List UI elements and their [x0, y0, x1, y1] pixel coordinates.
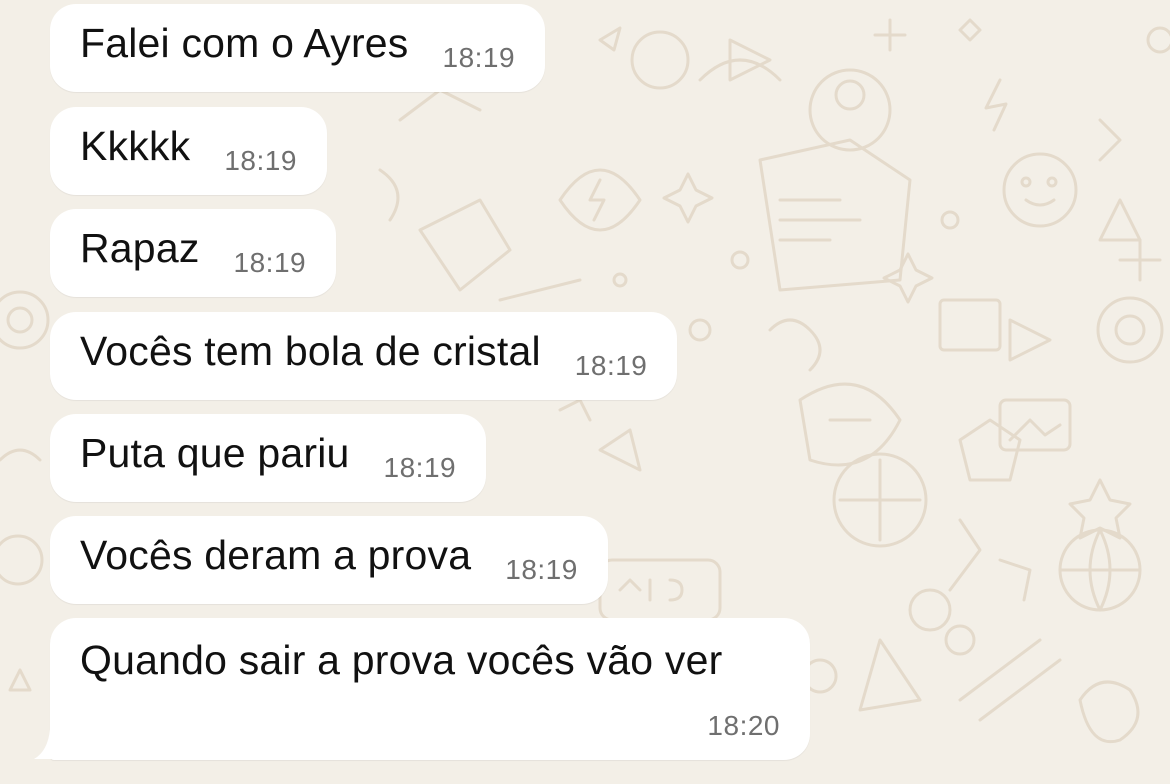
bubble-tail-icon	[34, 729, 54, 759]
message-text: Quando sair a prova vocês vão ver	[80, 637, 723, 683]
message-timestamp: 18:19	[574, 350, 648, 381]
message-text: Falei com o Ayres	[80, 19, 409, 66]
message-bubble[interactable]: Falei com o Ayres 18:19	[50, 4, 546, 92]
message-bubble[interactable]: Puta que pariu 18:19	[50, 414, 487, 502]
message-text: Vocês tem bola de cristal	[80, 327, 541, 374]
message-timestamp: 18:19	[383, 452, 457, 483]
message-text: Kkkkk	[80, 122, 191, 169]
message-bubble[interactable]: Quando sair a prova vocês vão ver 18:20	[50, 618, 810, 760]
chat-area[interactable]: Falei com o Ayres 18:19 Kkkkk 18:19 Rapa…	[0, 0, 1170, 784]
message-timestamp: 18:19	[233, 247, 307, 278]
message-bubble[interactable]: Vocês tem bola de cristal 18:19	[50, 312, 678, 400]
message-text: Puta que pariu	[80, 429, 350, 476]
message-text: Vocês deram a prova	[80, 531, 472, 578]
message-timestamp: 18:19	[442, 42, 516, 73]
message-text: Rapaz	[80, 224, 200, 271]
message-timestamp: 18:19	[505, 554, 578, 585]
message-bubble[interactable]: Rapaz 18:19	[50, 209, 337, 297]
message-bubble[interactable]: Kkkkk 18:19	[50, 107, 327, 195]
message-timestamp: 18:20	[707, 710, 780, 741]
message-bubble[interactable]: Vocês deram a prova 18:19	[50, 516, 608, 604]
message-timestamp: 18:19	[224, 145, 297, 176]
